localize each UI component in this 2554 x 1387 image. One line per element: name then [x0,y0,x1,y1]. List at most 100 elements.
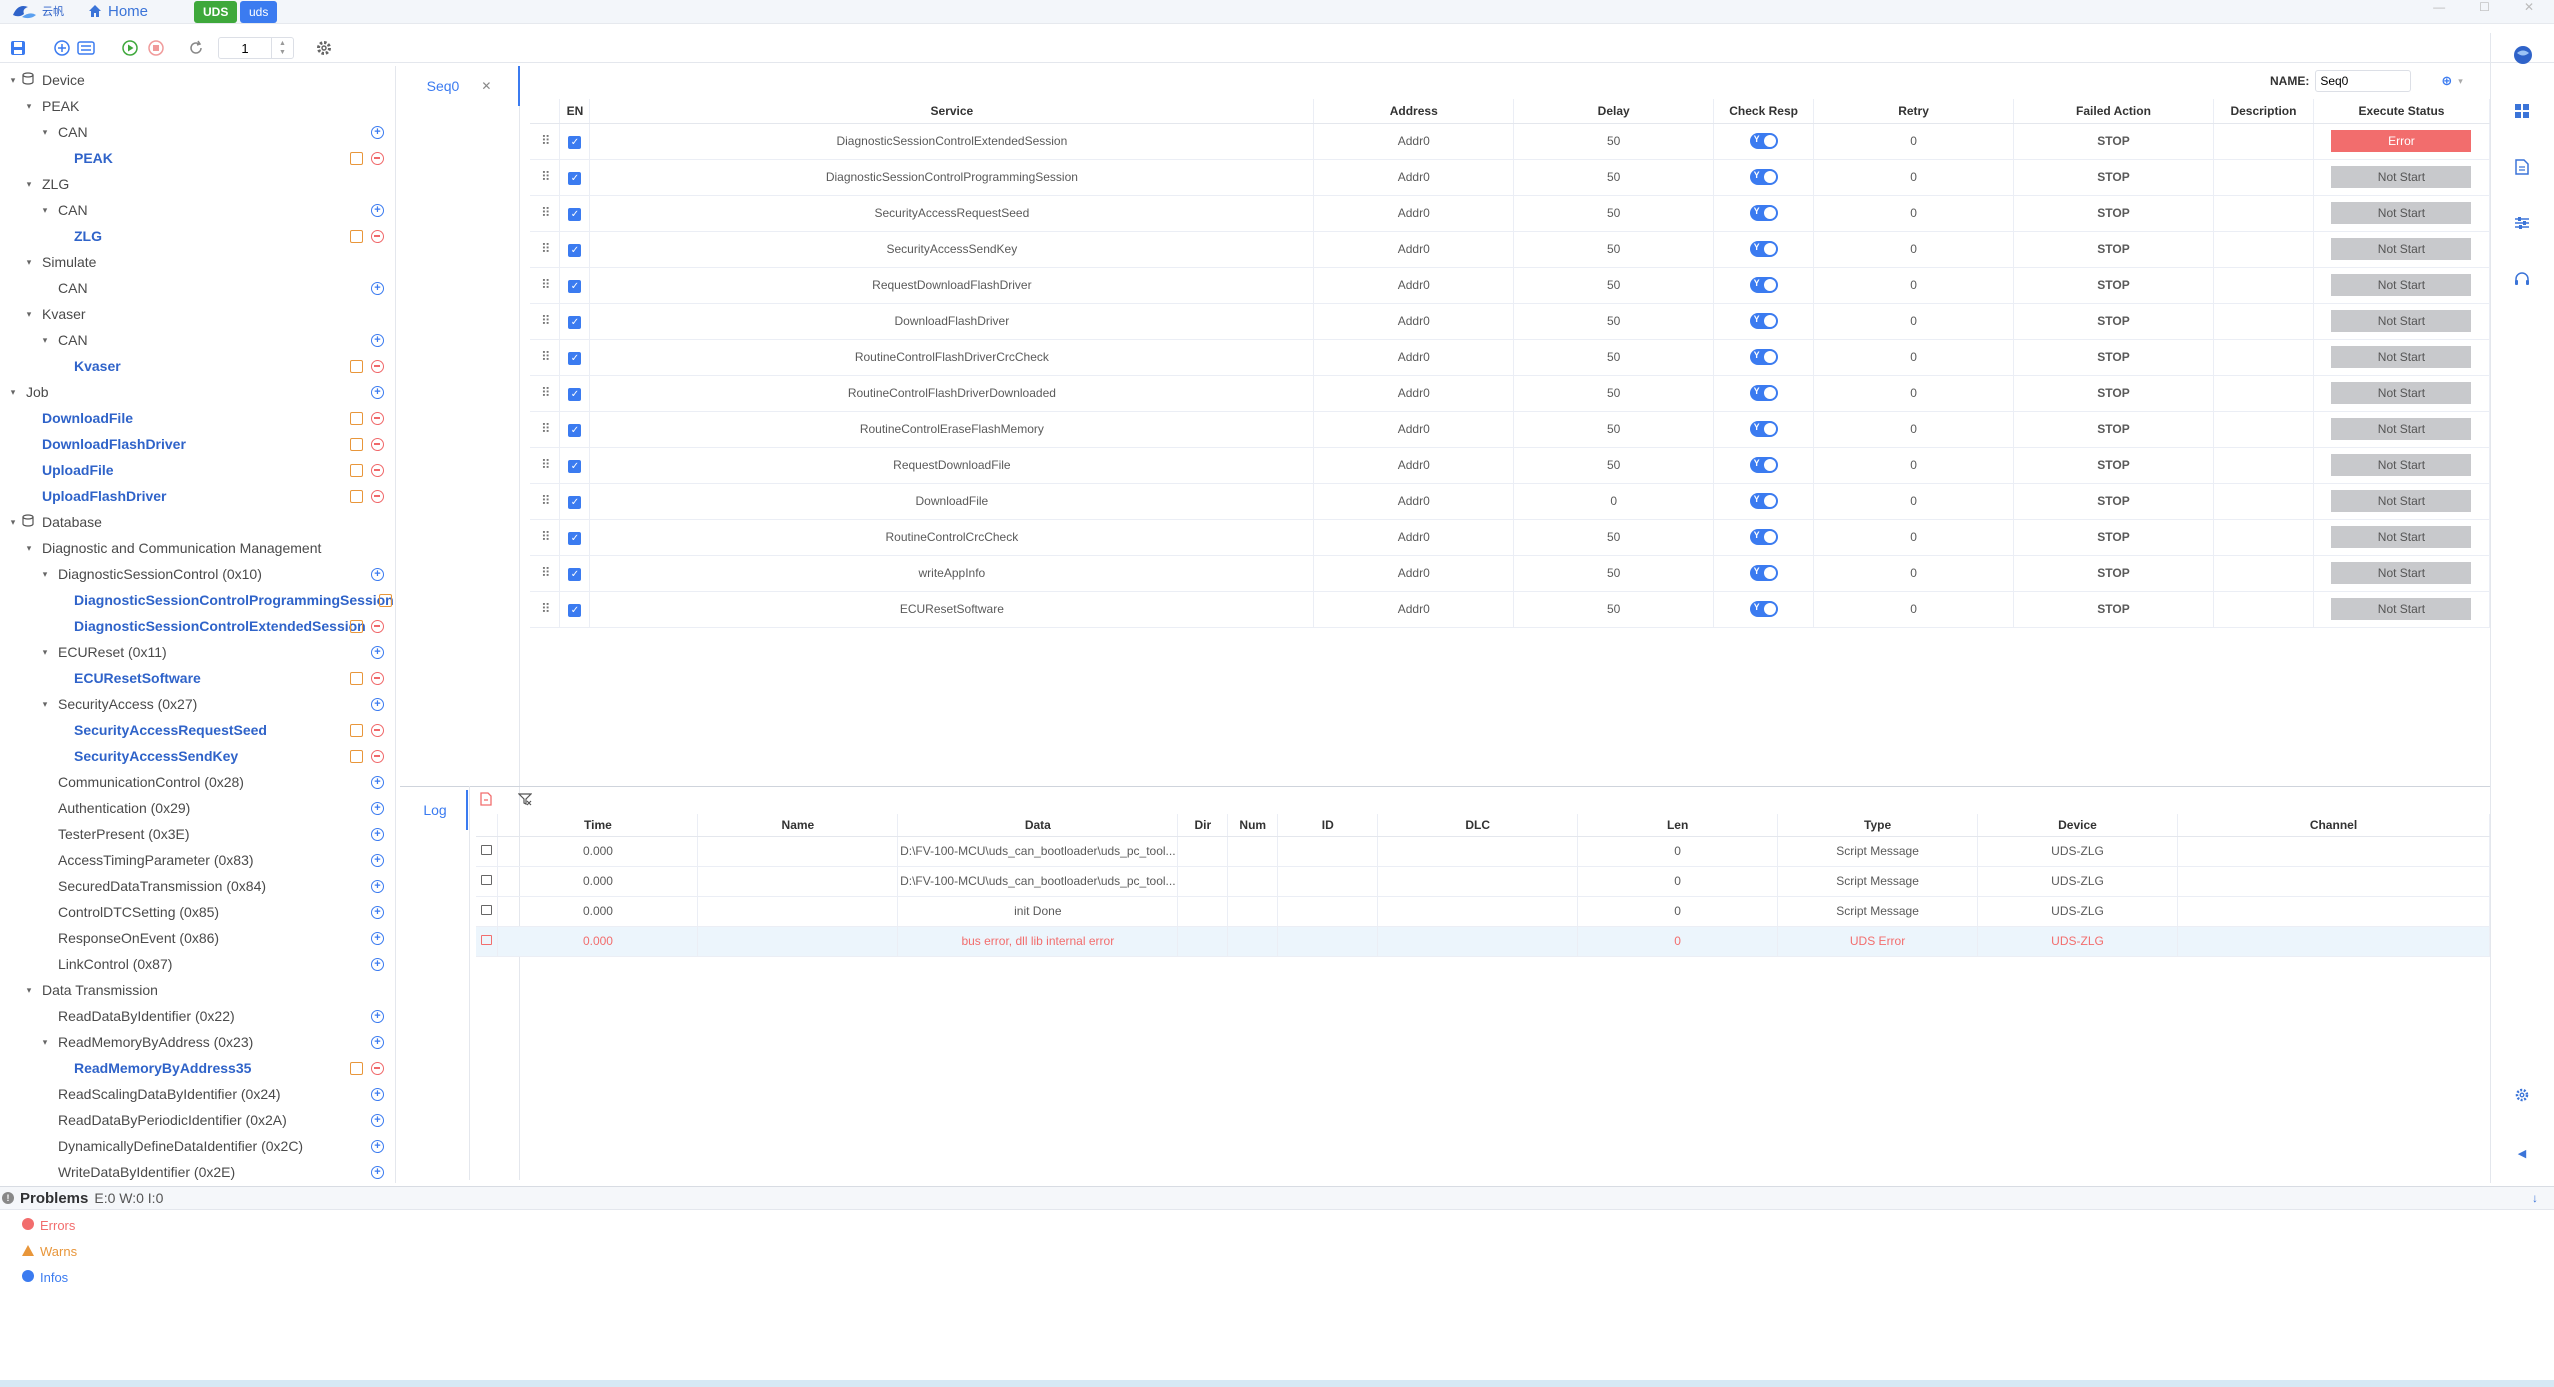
address-cell[interactable]: Addr0 [1313,447,1515,484]
check-resp-toggle[interactable]: Y [1749,349,1778,365]
edit-icon[interactable] [350,671,363,685]
tree-item[interactable]: ▾ Database [0,509,395,535]
description-cell[interactable] [2213,123,2314,160]
table-row[interactable]: ⠿ ✓ writeAppInfo Addr0 50 Y 0 STOP Not Start [530,555,2491,592]
add-icon[interactable]: + [371,1087,384,1101]
column-header[interactable]: Description [2213,99,2314,124]
failed-action-cell[interactable]: STOP [2013,123,2214,160]
delete-icon[interactable] [371,229,384,243]
repeat-count-input[interactable] [219,40,271,56]
add-icon[interactable]: + [371,281,384,295]
tree-item[interactable]: SecuredDataTransmission (0x84) + [0,873,395,899]
chevron-down-icon[interactable]: ▾ [40,335,50,346]
chevron-down-icon[interactable]: ▾ [8,75,18,86]
check-resp-toggle[interactable]: Y [1749,313,1778,329]
delete-icon[interactable] [371,463,384,477]
retry-cell[interactable]: 0 [1813,447,2015,484]
edit-icon[interactable] [350,359,363,373]
tree-item[interactable]: DownloadFlashDriver [0,431,395,457]
drag-handle-icon[interactable]: ⠿ [541,349,550,364]
drag-handle-icon[interactable]: ⠿ [541,277,550,292]
tab-log[interactable]: Log [404,790,468,830]
tree-item[interactable]: ReadDataByIdentifier (0x22) + [0,1003,395,1029]
address-cell[interactable]: Addr0 [1313,519,1515,556]
delay-cell[interactable]: 0 [1513,483,1715,520]
log-column-header[interactable]: Dir [1177,814,1229,837]
drag-handle-icon[interactable]: ⠿ [541,493,550,508]
chevron-down-icon[interactable]: ▾ [40,699,50,710]
stepper-up-icon[interactable]: ▲ [279,39,286,48]
edit-icon[interactable] [350,411,363,425]
delete-icon[interactable] [371,1061,384,1075]
failed-action-cell[interactable]: STOP [2013,555,2214,592]
description-cell[interactable] [2213,303,2314,340]
enable-checkbox[interactable]: ✓ [568,207,582,221]
retry-cell[interactable]: 0 [1813,231,2015,268]
retry-cell[interactable]: 0 [1813,159,2015,196]
edit-icon[interactable] [350,229,363,243]
tree-item[interactable]: ▾ Diagnostic and Communication Management [0,535,395,561]
description-cell[interactable] [2213,591,2314,628]
log-column-header[interactable]: DLC [1377,814,1579,837]
description-cell[interactable] [2213,267,2314,304]
export-log-icon[interactable] [480,792,492,809]
table-row[interactable]: ⠿ ✓ SecurityAccessSendKey Addr0 50 Y 0 STOP Not … [530,231,2491,268]
tree-item[interactable]: ControlDTCSetting (0x85) + [0,899,395,925]
address-cell[interactable]: Addr0 [1313,339,1515,376]
tree-item[interactable]: CAN + [0,275,395,301]
description-cell[interactable] [2213,339,2314,376]
delay-cell[interactable]: 50 [1513,375,1715,412]
column-header[interactable]: Check Resp [1713,99,1815,124]
log-column-header[interactable]: Name [697,814,899,837]
column-header[interactable]: Delay [1513,99,1715,124]
log-column-header[interactable]: ID [1277,814,1379,837]
add-icon[interactable]: + [371,905,384,919]
log-column-header[interactable]: Data [897,814,1179,837]
delete-icon[interactable] [371,411,384,425]
tree-item[interactable]: AccessTimingParameter (0x83) + [0,847,395,873]
drag-handle-icon[interactable]: ⠿ [541,241,550,256]
add-icon[interactable]: + [371,957,384,971]
table-row[interactable]: ⠿ ✓ DiagnosticSessionControlProgrammingSes… [530,159,2491,196]
address-cell[interactable]: Addr0 [1313,159,1515,196]
tree-item[interactable]: SecurityAccessSendKey [0,743,395,769]
check-resp-toggle[interactable]: Y [1749,457,1778,473]
chevron-down-icon[interactable]: ▾ [24,543,34,554]
log-row[interactable]: 0.000 D:\FV-100-MCU\uds_can_bootloader\ud… [476,836,2491,867]
tree-item[interactable]: ▾ ZLG [0,171,395,197]
drag-handle-icon[interactable]: ⠿ [541,313,550,328]
delete-icon[interactable] [371,151,384,165]
problems-item-errors[interactable]: Errors [22,1218,75,1233]
document-icon[interactable] [2513,159,2531,177]
delay-cell[interactable]: 50 [1513,339,1715,376]
enable-checkbox[interactable]: ✓ [568,423,582,437]
enable-checkbox[interactable]: ✓ [568,603,582,617]
add-icon[interactable]: + [371,567,384,581]
address-cell[interactable]: Addr0 [1313,591,1515,628]
log-column-header[interactable]: Time [497,814,699,837]
tree-item[interactable]: PEAK [0,145,395,171]
delete-icon[interactable] [371,723,384,737]
tree-item[interactable]: ▾ CAN + [0,119,395,145]
check-resp-toggle[interactable]: Y [1749,169,1778,185]
failed-action-cell[interactable]: STOP [2013,375,2214,412]
panel-divider[interactable] [400,786,2490,787]
add-icon[interactable]: + [371,645,384,659]
delay-cell[interactable]: 50 [1513,267,1715,304]
sliders-icon[interactable] [2513,215,2531,233]
save-icon[interactable] [8,38,28,58]
address-cell[interactable]: Addr0 [1313,483,1515,520]
edit-icon[interactable] [379,593,392,607]
delay-cell[interactable]: 50 [1513,411,1715,448]
description-cell[interactable] [2213,447,2314,484]
add-icon[interactable]: + [371,931,384,945]
delete-icon[interactable] [371,749,384,763]
tree-item[interactable]: ▾ PEAK [0,93,395,119]
delay-cell[interactable]: 50 [1513,591,1715,628]
retry-cell[interactable]: 0 [1813,375,2015,412]
column-header[interactable]: Retry [1813,99,2015,124]
chevron-down-icon[interactable]: ▾ [24,101,34,112]
delay-cell[interactable]: 50 [1513,555,1715,592]
enable-checkbox[interactable]: ✓ [568,459,582,473]
tree-item[interactable]: TesterPresent (0x3E) + [0,821,395,847]
